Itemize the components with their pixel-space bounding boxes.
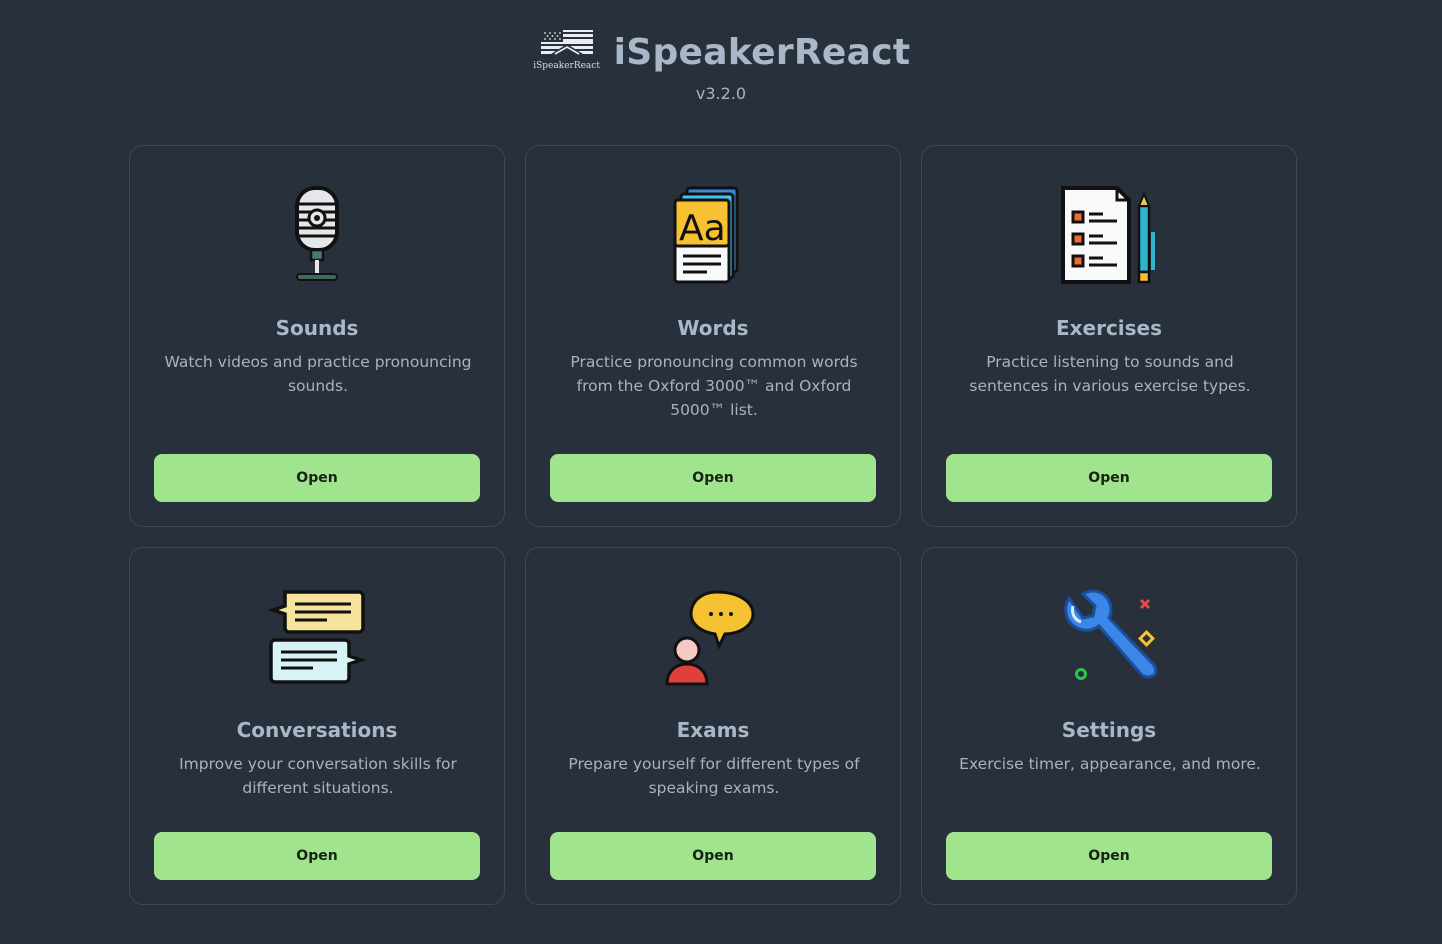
card-words: Aa Words Practice pronouncing common wor… — [525, 145, 901, 527]
open-settings-button[interactable]: Open — [946, 832, 1272, 880]
open-conversations-button[interactable]: Open — [154, 832, 480, 880]
app-version: v3.2.0 — [695, 84, 747, 103]
card-exercises: Exercises Practice listening to sounds a… — [921, 145, 1297, 527]
card-sounds: Sounds Watch videos and practice pronoun… — [129, 145, 505, 527]
card-description: Exercise timer, appearance, and more. — [959, 755, 1261, 773]
card-title: Settings — [1061, 718, 1157, 742]
app-logo: iSpeakerReact — [532, 30, 602, 74]
flag-logo-icon — [540, 30, 593, 55]
chat-bubbles-icon — [267, 590, 367, 684]
card-title: Sounds — [275, 316, 359, 340]
card-title: Conversations — [236, 718, 398, 742]
logo-caption: iSpeakerReact — [533, 61, 600, 71]
open-exercises-button[interactable]: Open — [946, 454, 1272, 502]
svg-text:Aa: Aa — [679, 208, 726, 249]
card-description: Practice pronouncing common words from t… — [570, 353, 858, 419]
card-description: Practice listening to sounds and sentenc… — [969, 353, 1251, 395]
speaking-person-icon — [665, 590, 755, 686]
card-settings: Settings Exercise timer, appearance, and… — [921, 547, 1297, 905]
card-title: Exams — [676, 718, 750, 742]
dictionary-cards-icon: Aa — [673, 186, 739, 284]
open-words-button[interactable]: Open — [550, 454, 876, 502]
open-sounds-button[interactable]: Open — [154, 454, 480, 502]
card-title: Exercises — [1055, 316, 1163, 340]
card-title: Words — [677, 316, 749, 340]
card-description: Watch videos and practice pronouncing so… — [164, 353, 472, 395]
app-title: iSpeakerReact — [613, 31, 911, 73]
card-description: Improve your conversation skills for dif… — [179, 755, 457, 797]
feature-grid: Sounds Watch videos and practice pronoun… — [129, 145, 1297, 905]
card-description: Prepare yourself for different types of … — [568, 755, 860, 797]
open-exams-button[interactable]: Open — [550, 832, 876, 880]
logo-row: iSpeakerReact iSpeakerReact — [0, 30, 1442, 74]
microphone-icon — [295, 186, 339, 281]
checklist-icon — [1061, 186, 1155, 284]
card-exams: Exams Prepare yourself for different typ… — [525, 547, 901, 905]
card-conversations: Conversations Improve your conversation … — [129, 547, 505, 905]
wrench-icon — [1064, 589, 1158, 680]
